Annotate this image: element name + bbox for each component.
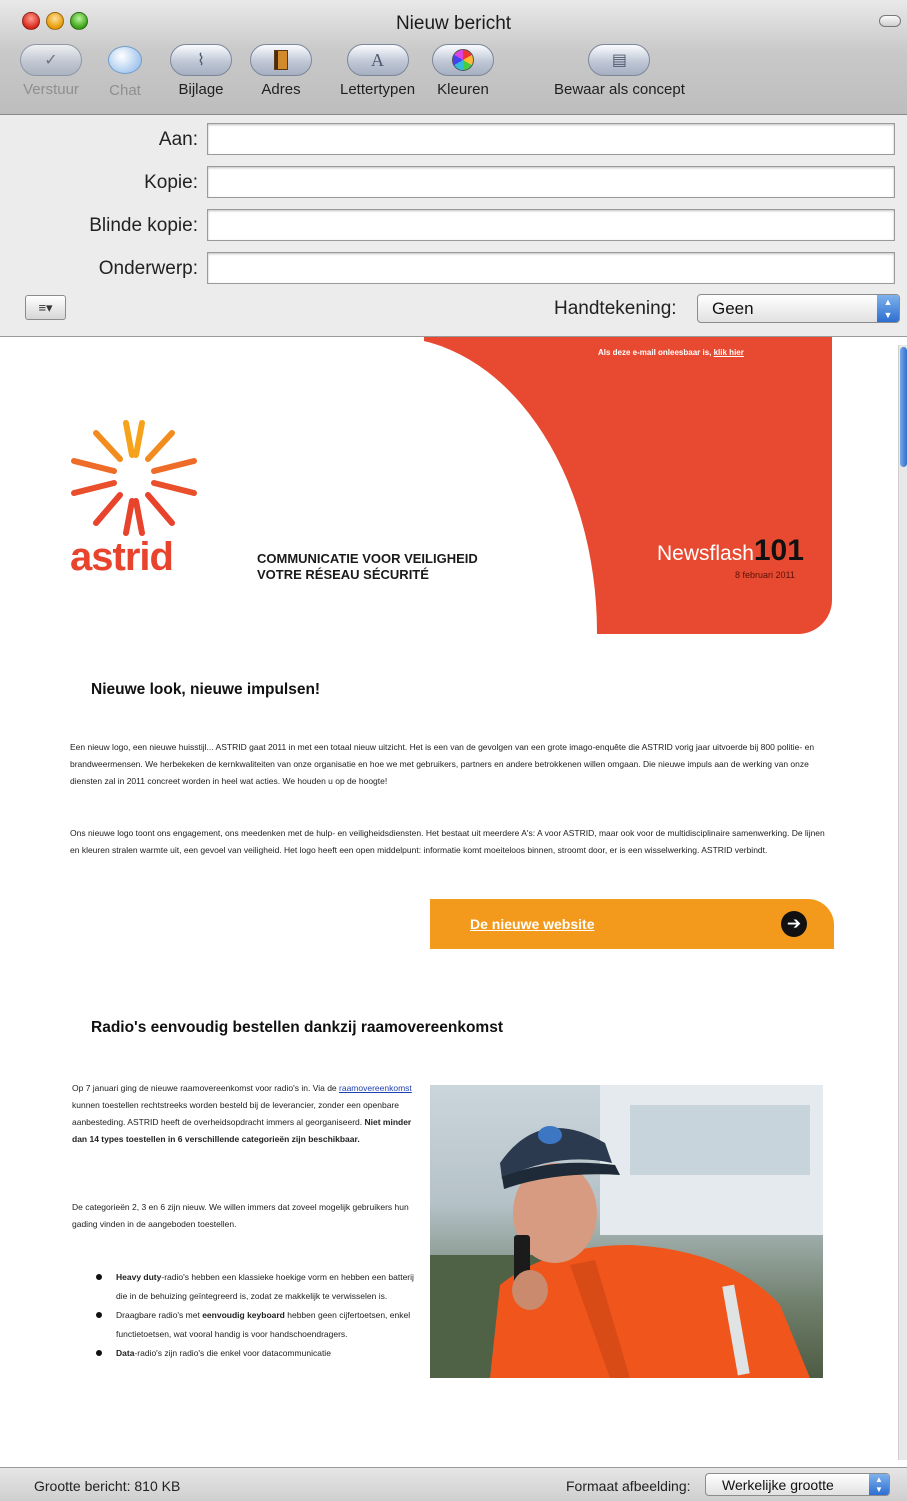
subject-row: Onderwerp: (0, 252, 907, 286)
draft-document-icon: ▤ (588, 44, 651, 76)
save-draft-label: Bewaar als concept (554, 81, 685, 98)
newsflash-date: 8 februari 2011 (735, 570, 795, 580)
bcc-row: Blinde kopie: (0, 209, 907, 243)
chat-label: Chat (109, 82, 141, 99)
send-icon: ✓ (20, 44, 82, 76)
newsflash-word: Newsflash (657, 542, 754, 565)
signature-select[interactable]: Geen ▲ ▼ (697, 294, 900, 323)
to-field[interactable] (207, 123, 895, 155)
paperclip-icon: ⌇ (170, 44, 232, 76)
new-website-button[interactable]: De nieuwe website ➔ (430, 899, 834, 949)
list-item-bold: eenvoudig keyboard (202, 1310, 285, 1320)
view-online-link[interactable]: klik hier (714, 348, 744, 357)
colors-button[interactable]: Kleuren (432, 44, 494, 98)
color-wheel-icon (432, 44, 494, 76)
cc-field[interactable] (207, 166, 895, 198)
raamovereenkomst-link[interactable]: raamovereenkomst (339, 1083, 412, 1093)
article-2-title: Radio's eenvoudig bestellen dankzij raam… (91, 1019, 503, 1036)
radio-types-list: Heavy duty-radio's hebben een klassieke … (96, 1268, 416, 1363)
to-label: Aan: (158, 129, 198, 150)
subject-field[interactable] (207, 252, 895, 284)
fonts-button[interactable]: A Lettertypen (340, 44, 415, 98)
signature-value: Geen (712, 299, 754, 318)
window-title: Nieuw bericht (395, 13, 512, 34)
address-label: Adres (261, 81, 301, 98)
image-format-value: Werkelijke grootte (722, 1477, 834, 1493)
list-item: Data-radio's zijn radio's die enkel voor… (96, 1344, 416, 1363)
message-size-text: Grootte bericht: 810 KB (34, 1478, 181, 1494)
article-2-paragraph-1: Op 7 januari ging de nieuwe raamovereenk… (72, 1080, 412, 1148)
select-arrows-icon: ▲ ▼ (877, 295, 899, 322)
save-draft-button[interactable]: ▤ Bewaar als concept (554, 44, 685, 98)
status-bar: Grootte bericht: 810 KB Formaat afbeeldi… (0, 1467, 907, 1501)
message-headers: Aan: Kopie: Blinde kopie: Onderwerp: ≡▾ … (0, 115, 907, 337)
header-format-menu-button[interactable]: ≡▾ (25, 295, 66, 320)
image-format-select[interactable]: Werkelijke grootte ▲ ▼ (705, 1473, 890, 1496)
list-item-text: -radio's zijn radio's die enkel voor dat… (134, 1348, 331, 1358)
newsletter-tagline: COMMUNICATIE VOOR VEILIGHEID VOTRE RÉSEA… (257, 551, 478, 583)
window-titlebar: Nieuw bericht ✓ Verstuur Chat ⌇ Bijlage … (0, 0, 907, 115)
list-item-text: -radio's hebben een klassieke hoekige vo… (116, 1272, 414, 1301)
fonts-icon: A (346, 44, 409, 76)
attach-label: Bijlage (178, 81, 224, 98)
chat-button[interactable]: Chat (108, 44, 142, 99)
list-item-bold: Data (116, 1348, 135, 1358)
article-1-paragraph-2: Ons nieuwe logo toont ons engagement, on… (70, 828, 825, 855)
bcc-field[interactable] (207, 209, 895, 241)
article-2-paragraph-2: De categorieën 2, 3 en 6 zijn nieuw. We … (72, 1202, 409, 1229)
send-label: Verstuur (23, 81, 79, 98)
toolbar-toggle-button[interactable] (879, 15, 901, 27)
newsflash-heading: Newsflash101 (657, 534, 804, 568)
fonts-label: Lettertypen (340, 81, 416, 98)
message-body[interactable]: Als deze e-mail onleesbaar is, klik hier… (0, 337, 907, 1467)
image-format-label: Formaat afbeelding: (566, 1478, 691, 1494)
tagline-line-1: COMMUNICATIE VOOR VEILIGHEID (257, 551, 478, 566)
new-website-link[interactable]: De nieuwe website (470, 916, 594, 932)
send-button[interactable]: ✓ Verstuur (20, 44, 82, 98)
to-row: Aan: (0, 123, 907, 157)
astrid-logo-icon (71, 420, 197, 536)
article-2-text: kunnen toestellen rechtstreeks worden be… (72, 1100, 399, 1127)
list-item-text: Draagbare radio's met (116, 1310, 203, 1320)
chat-bubble-icon (108, 46, 142, 74)
list-item-bold: Heavy duty (116, 1272, 162, 1282)
article-2-text: Op 7 januari ging de nieuwe raamovereenk… (72, 1083, 340, 1093)
scrollbar-thumb[interactable] (900, 347, 907, 467)
vertical-scrollbar[interactable] (898, 345, 907, 1460)
tagline-line-2: VOTRE RÉSEAU SÉCURITÉ (257, 567, 429, 582)
subject-label: Onderwerp: (98, 258, 198, 279)
select-arrows-icon: ▲ ▼ (869, 1474, 889, 1495)
list-item: Heavy duty-radio's hebben een klassieke … (96, 1268, 416, 1306)
address-button[interactable]: Adres (250, 44, 312, 98)
cc-label: Kopie: (144, 172, 198, 193)
bcc-label: Blinde kopie: (89, 215, 198, 236)
astrid-logo-wordmark: astrid (70, 535, 174, 579)
view-online-prefix: Als deze e-mail onleesbaar is, (598, 348, 714, 357)
list-item: Draagbare radio's met eenvoudig keyboard… (96, 1306, 416, 1344)
colors-label: Kleuren (437, 81, 489, 98)
newsflash-number: 101 (753, 534, 804, 567)
article-1-paragraph-1: Een nieuw logo, een nieuwe huisstijl... … (70, 742, 815, 786)
cc-row: Kopie: (0, 166, 907, 200)
article-2-photo (430, 1085, 823, 1378)
article-1-title: Nieuwe look, nieuwe impulsen! (91, 681, 321, 698)
address-book-icon (250, 44, 312, 76)
arrow-right-icon: ➔ (781, 911, 807, 937)
attach-button[interactable]: ⌇ Bijlage (170, 44, 232, 98)
signature-label: Handtekening: (554, 298, 677, 319)
view-online-text: Als deze e-mail onleesbaar is, klik hier (598, 348, 744, 357)
